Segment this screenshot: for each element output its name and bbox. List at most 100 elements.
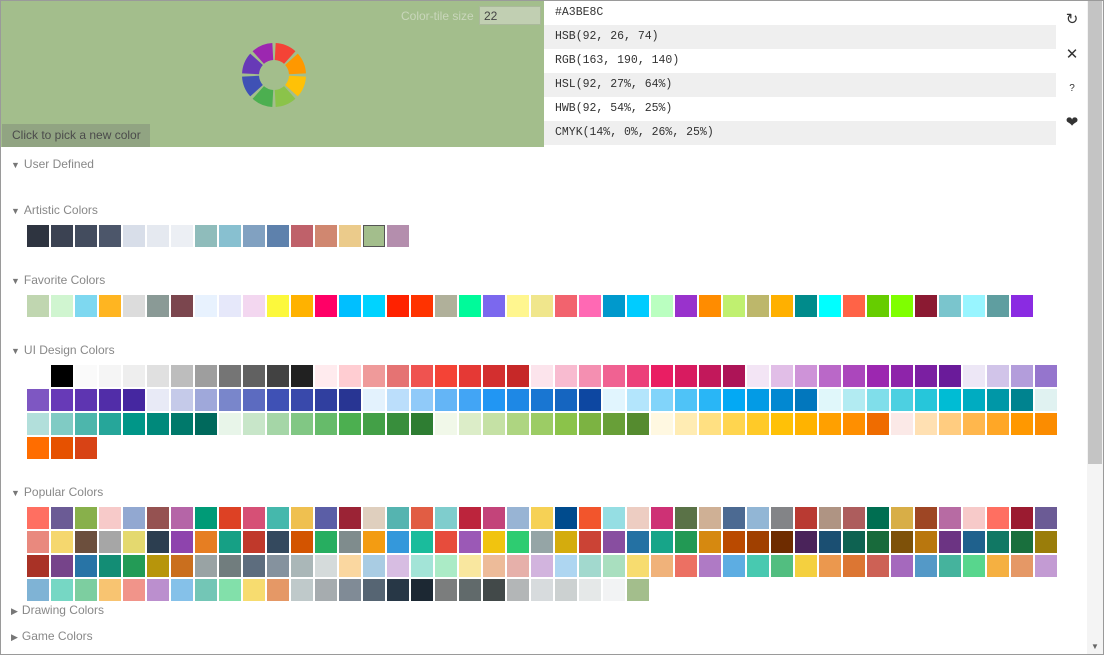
color-swatch[interactable] [411, 295, 433, 317]
color-swatch[interactable] [435, 389, 457, 411]
color-swatch[interactable] [531, 555, 553, 577]
color-swatch[interactable] [1011, 365, 1033, 387]
color-swatch[interactable] [435, 555, 457, 577]
color-swatch[interactable] [531, 413, 553, 435]
color-swatch[interactable] [987, 531, 1009, 553]
color-swatch[interactable] [123, 579, 145, 601]
color-swatch[interactable] [891, 507, 913, 529]
color-swatch[interactable] [291, 389, 313, 411]
color-swatch[interactable] [483, 531, 505, 553]
color-swatch[interactable] [603, 365, 625, 387]
color-swatch[interactable] [219, 531, 241, 553]
color-swatch[interactable] [555, 531, 577, 553]
color-swatch[interactable] [627, 413, 649, 435]
color-swatch[interactable] [291, 365, 313, 387]
color-swatch[interactable] [27, 555, 49, 577]
color-swatch[interactable] [267, 413, 289, 435]
color-swatch[interactable] [51, 555, 73, 577]
color-swatch[interactable] [723, 365, 745, 387]
color-swatch[interactable] [675, 531, 697, 553]
color-swatch[interactable] [627, 365, 649, 387]
color-swatch[interactable] [75, 413, 97, 435]
color-swatch[interactable] [891, 531, 913, 553]
color-swatch[interactable] [387, 389, 409, 411]
color-swatch[interactable] [339, 531, 361, 553]
pick-color-button[interactable]: Click to pick a new color [2, 124, 150, 147]
color-swatch[interactable] [963, 295, 985, 317]
color-swatch[interactable] [723, 507, 745, 529]
color-swatch[interactable] [483, 389, 505, 411]
section-header-artistic[interactable]: ▼ Artistic Colors [11, 203, 98, 217]
color-swatch[interactable] [867, 507, 889, 529]
color-swatch[interactable] [267, 555, 289, 577]
color-swatch[interactable] [843, 555, 865, 577]
color-swatch[interactable] [987, 507, 1009, 529]
color-swatch[interactable] [555, 413, 577, 435]
color-swatch[interactable] [291, 555, 313, 577]
color-swatch[interactable] [795, 295, 817, 317]
color-swatch[interactable] [459, 365, 481, 387]
color-swatch[interactable] [75, 365, 97, 387]
color-swatch[interactable] [195, 507, 217, 529]
color-swatch[interactable] [459, 579, 481, 601]
color-swatch[interactable] [771, 295, 793, 317]
help-icon[interactable]: ? [1057, 71, 1087, 105]
color-swatch[interactable] [267, 295, 289, 317]
color-swatch[interactable] [579, 389, 601, 411]
color-swatch[interactable] [603, 413, 625, 435]
color-swatch[interactable] [771, 507, 793, 529]
color-swatch[interactable] [1035, 365, 1057, 387]
color-swatch[interactable] [243, 531, 265, 553]
color-swatch[interactable] [867, 413, 889, 435]
color-swatch[interactable] [363, 295, 385, 317]
color-swatch[interactable] [315, 413, 337, 435]
color-swatch[interactable] [795, 555, 817, 577]
color-swatch[interactable] [963, 555, 985, 577]
color-swatch[interactable] [339, 555, 361, 577]
color-swatch[interactable] [651, 365, 673, 387]
color-swatch[interactable] [171, 531, 193, 553]
color-swatch[interactable] [147, 225, 169, 247]
tile-size-input[interactable] [479, 6, 541, 25]
color-swatch[interactable] [27, 531, 49, 553]
color-swatch[interactable] [171, 225, 193, 247]
color-swatch[interactable] [99, 389, 121, 411]
color-swatch[interactable] [747, 507, 769, 529]
color-swatch[interactable] [555, 295, 577, 317]
color-swatch[interactable] [579, 507, 601, 529]
color-swatch[interactable] [27, 389, 49, 411]
color-swatch[interactable] [483, 579, 505, 601]
color-swatch[interactable] [387, 295, 409, 317]
color-swatch[interactable] [771, 555, 793, 577]
color-swatch[interactable] [771, 531, 793, 553]
color-swatch[interactable] [603, 389, 625, 411]
color-swatch[interactable] [195, 365, 217, 387]
color-swatch[interactable] [915, 507, 937, 529]
color-swatch[interactable] [195, 295, 217, 317]
color-swatch[interactable] [507, 389, 529, 411]
color-swatch[interactable] [27, 225, 49, 247]
color-swatch[interactable] [699, 295, 721, 317]
color-swatch[interactable] [195, 531, 217, 553]
color-swatch[interactable] [99, 413, 121, 435]
color-swatch[interactable] [291, 579, 313, 601]
color-swatch[interactable] [867, 531, 889, 553]
color-swatch[interactable] [939, 507, 961, 529]
color-swatch[interactable] [747, 365, 769, 387]
color-swatch[interactable] [459, 531, 481, 553]
color-swatch[interactable] [267, 389, 289, 411]
color-swatch[interactable] [627, 555, 649, 577]
color-swatch[interactable] [387, 555, 409, 577]
color-swatch[interactable] [1035, 555, 1057, 577]
color-swatch[interactable] [291, 531, 313, 553]
color-swatch[interactable] [771, 389, 793, 411]
color-swatch[interactable] [387, 225, 409, 247]
color-swatch[interactable] [411, 579, 433, 601]
color-swatch[interactable] [939, 413, 961, 435]
color-swatch[interactable] [891, 295, 913, 317]
color-swatch[interactable] [507, 365, 529, 387]
color-swatch[interactable] [243, 225, 265, 247]
color-swatch[interactable] [75, 295, 97, 317]
color-swatch[interactable] [531, 365, 553, 387]
color-swatch[interactable] [675, 389, 697, 411]
